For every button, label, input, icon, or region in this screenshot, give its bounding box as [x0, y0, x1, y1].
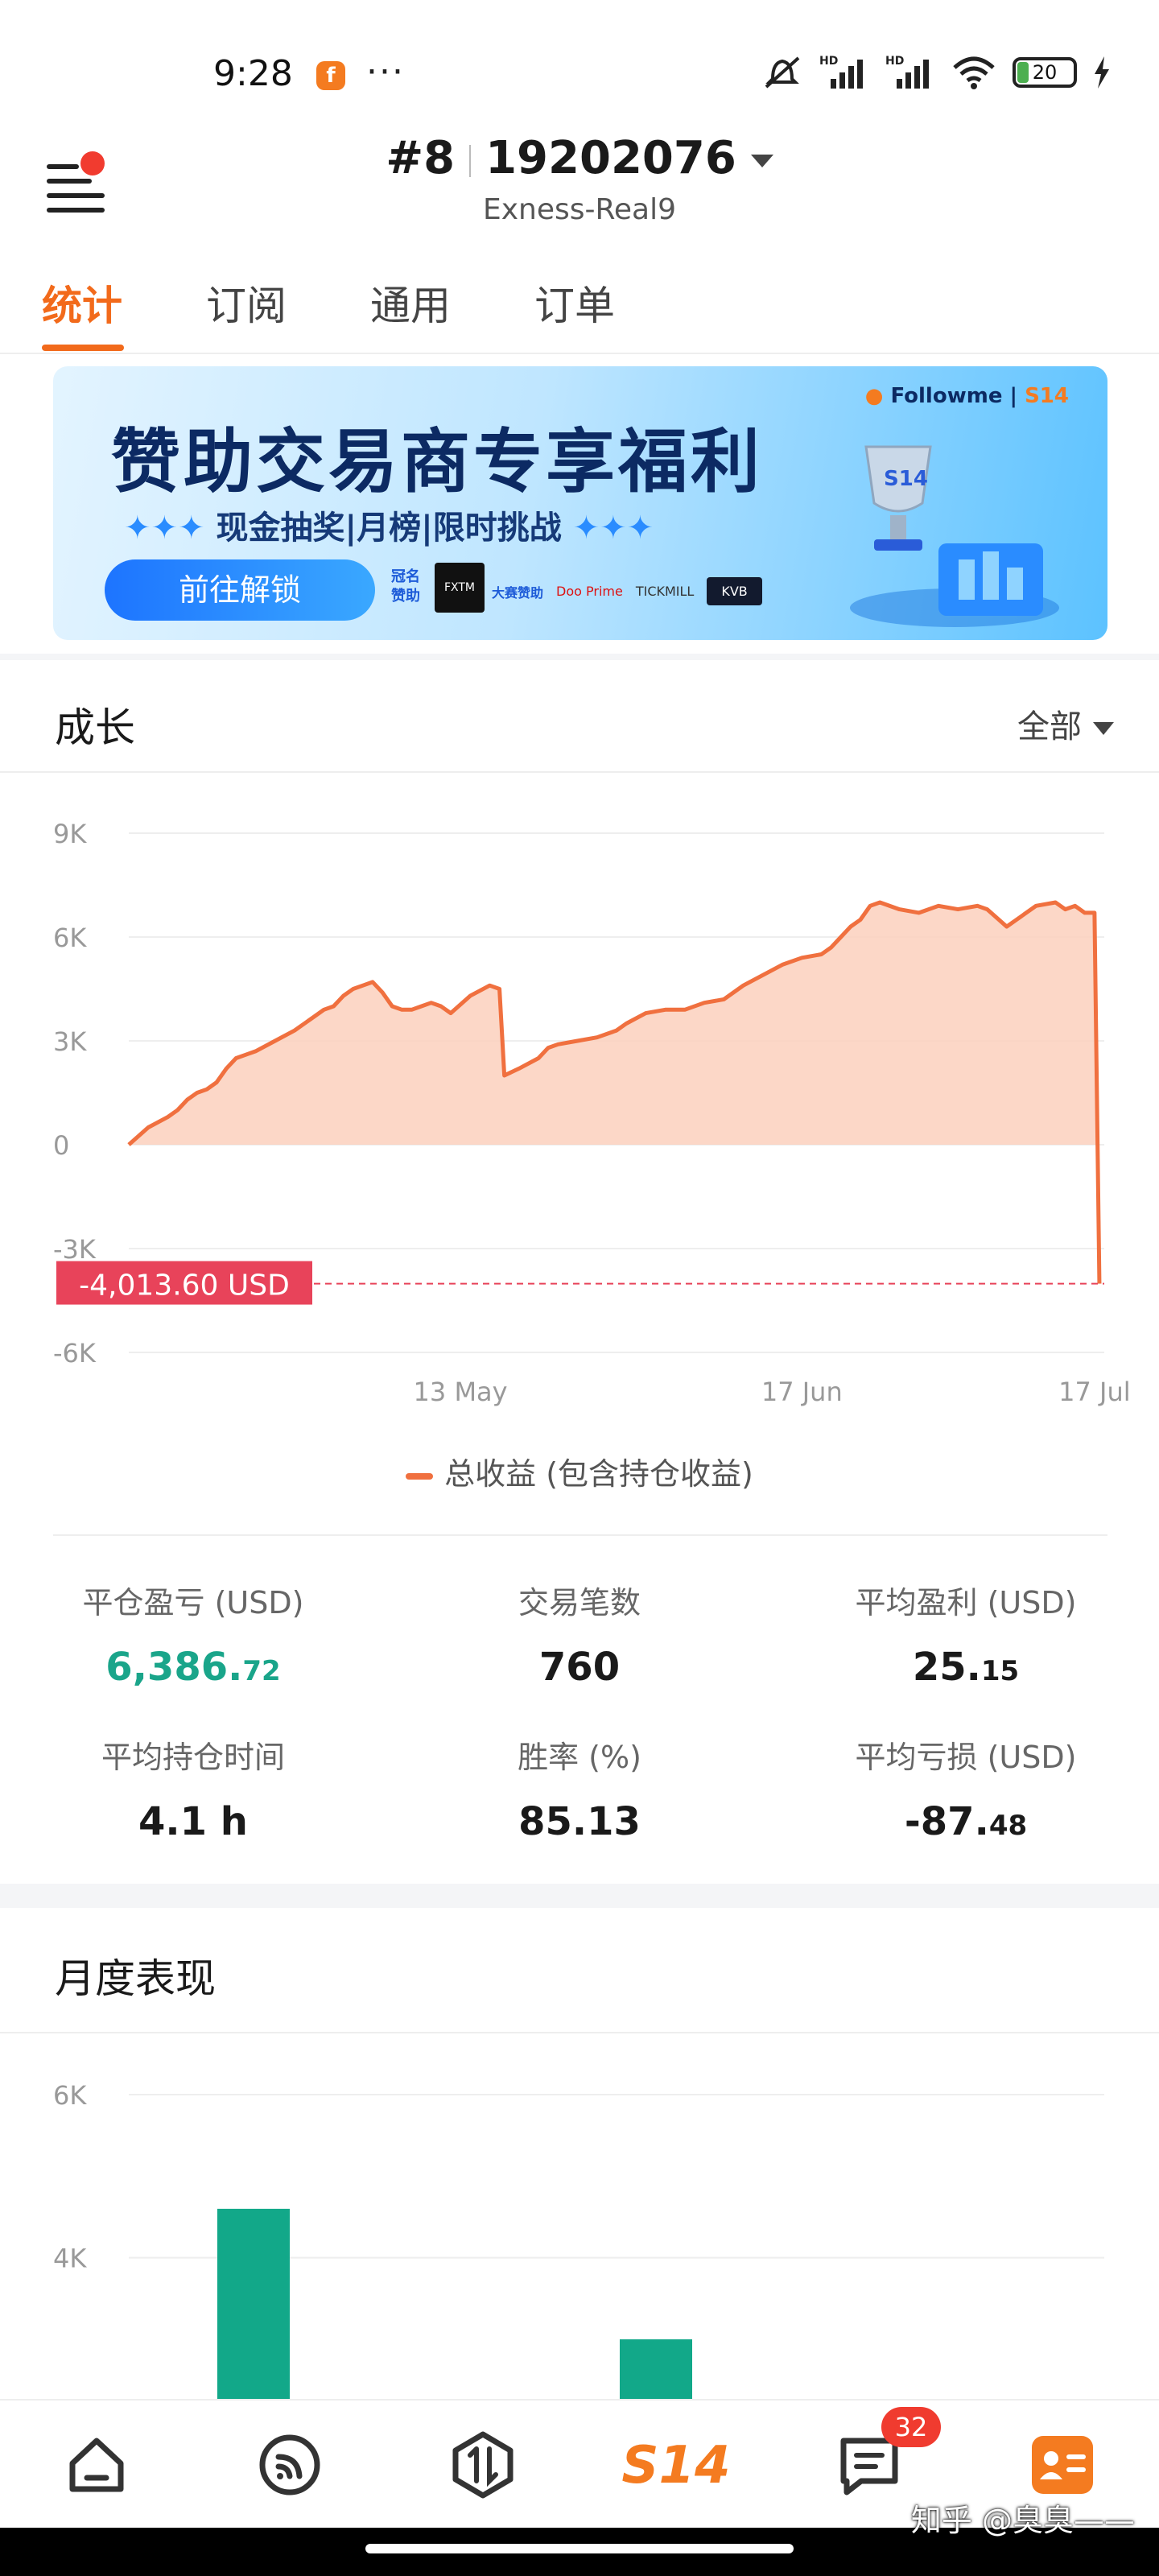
svg-text:S14: S14 [884, 467, 928, 491]
y-tick-label: 3K [53, 1026, 87, 1057]
status-bar: 9:28 f ··· HD HD 20 [0, 0, 1159, 121]
messages-badge: 32 [881, 2407, 941, 2447]
feed-icon[interactable] [250, 2425, 330, 2505]
stat-avg-loss: 平均亏损 (USD) -87.48 [773, 1732, 1159, 1844]
banner-title: 赞助交易商专享福利 [111, 422, 763, 502]
tab-bar: 统计 订阅 通用 订单 [0, 258, 1159, 354]
svg-text:S14: S14 [621, 2436, 730, 2496]
monthly-title: 月度表现 [55, 1955, 216, 2002]
growth-title: 成长 [55, 704, 135, 751]
monthly-header: 月度表现 [0, 1908, 1159, 2033]
account-selector[interactable]: #8 19202076 [0, 132, 1159, 184]
period-filter-label: 全部 [1017, 708, 1082, 745]
svg-text:HD: HD [885, 55, 904, 68]
charging-icon [1095, 56, 1109, 89]
home-icon[interactable] [56, 2425, 137, 2505]
caret-down-icon [1093, 722, 1114, 735]
y-tick-label: 9K [53, 819, 87, 849]
account-header: #8 19202076 Exness-Real9 [0, 121, 1159, 242]
monthly-bar [620, 2339, 692, 2399]
home-gesture-pill[interactable] [365, 2544, 794, 2553]
wifi-icon [953, 56, 995, 89]
current-value-label: -4,013.60 USD [79, 1269, 290, 1302]
sponsor-label: 冠名赞助 [391, 568, 420, 605]
active-tab-indicator [42, 345, 124, 351]
y-tick-label: -3K [53, 1234, 97, 1265]
caret-down-icon [750, 154, 773, 167]
stat-win-rate: 胜率 (%) 85.13 [386, 1732, 773, 1844]
stat-label: 平仓盈亏 (USD) [82, 1585, 304, 1620]
brand-tickmill: TICKMILL [635, 584, 695, 599]
followme-logo: ● Followme | S14 [864, 384, 1069, 408]
stat-value: 6,386.72 [105, 1645, 281, 1690]
sponsor2-label: 大赛赞助 [492, 584, 544, 601]
stat-label: 胜率 (%) [518, 1740, 641, 1775]
x-tick-label: 13 May [414, 1377, 508, 1407]
battery-icon: 20 [1013, 57, 1077, 88]
more-notifications-icon: ··· [366, 52, 405, 93]
status-time: 9:28 [213, 53, 293, 94]
s14-icon[interactable]: S14 [620, 2425, 732, 2505]
stat-value: 760 [538, 1645, 621, 1690]
svg-text:HD: HD [819, 55, 838, 68]
y-tick-label: 4K [53, 2244, 87, 2274]
y-tick-label: 6K [53, 2080, 87, 2111]
promo-banner[interactable]: ● Followme | S14 赞助交易商专享福利 ✦✦✦ 现金抽奖|月榜|限… [53, 366, 1107, 640]
stat-trade-count: 交易笔数 760 [386, 1578, 773, 1690]
y-tick-label: -6K [53, 1338, 97, 1368]
stat-value: 25.15 [912, 1645, 1020, 1690]
tab-subscribe[interactable]: 订阅 [206, 274, 287, 332]
unlock-button[interactable]: 前往解锁 [105, 559, 375, 621]
legend-swatch [406, 1472, 434, 1480]
followme-app-icon: f [316, 61, 345, 90]
trade-icon[interactable] [443, 2425, 523, 2505]
brand-doo-prime: Doo Prime [556, 584, 623, 599]
banner-subtitle: ✦✦✦ 现金抽奖|月榜|限时挑战 ✦✦✦ [124, 510, 654, 547]
signal-1-icon: HD [819, 55, 863, 89]
battery-level: 20 [1032, 61, 1058, 84]
account-server: Exness-Real9 [482, 193, 677, 226]
period-filter[interactable]: 全部 [1017, 700, 1114, 747]
stat-label: 平均盈利 (USD) [855, 1585, 1077, 1620]
stat-value: -87.48 [904, 1799, 1028, 1844]
growth-area [129, 902, 1099, 1145]
brand-kvb: KVB [707, 577, 762, 605]
stat-value: 4.1 h [138, 1799, 248, 1844]
tab-statistics[interactable]: 统计 [42, 274, 122, 332]
x-tick-label: 17 Jul [1058, 1377, 1131, 1407]
stat-label: 平均持仓时间 [101, 1740, 285, 1775]
signal-2-icon: HD [885, 55, 929, 89]
stat-avg-hold-time: 平均持仓时间 4.1 h [0, 1732, 386, 1844]
profile-icon[interactable] [1022, 2425, 1103, 2505]
monthly-bar [217, 2208, 290, 2399]
y-tick-label: 6K [53, 923, 87, 953]
monthly-chart: 6K4K2K [53, 2080, 1104, 2399]
stat-value: 85.13 [518, 1799, 641, 1844]
sponsor-brands: 大赛赞助 Doo Prime TICKMILL KVB [492, 577, 762, 605]
trophy-icon: S14 [850, 445, 1059, 627]
growth-legend: 总收益 (包含持仓收益) [0, 1449, 1159, 1493]
watermark: 知乎 @臭臭—— [910, 2503, 1135, 2538]
stat-label: 交易笔数 [518, 1585, 641, 1620]
account-rank: #8 [386, 132, 456, 184]
growth-chart: 9K 6K 3K 0 -3K -6K 13 May 17 Jun 17 Jul -4,013.60… [53, 819, 1131, 1407]
account-number: 19202076 [485, 132, 736, 184]
legend-label: 总收益 (包含持仓收益) [444, 1456, 753, 1492]
stat-avg-profit: 平均盈利 (USD) 25.15 [773, 1578, 1159, 1690]
y-tick-label: 0 [53, 1130, 69, 1161]
tab-general[interactable]: 通用 [370, 274, 451, 332]
mute-icon [765, 56, 800, 89]
stat-label: 平均亏损 (USD) [855, 1740, 1077, 1775]
stat-closed-pnl: 平仓盈亏 (USD) 6,386.72 [0, 1578, 386, 1690]
fxtm-logo: FXTM [435, 563, 485, 613]
tab-orders[interactable]: 订单 [534, 274, 615, 332]
x-tick-label: 17 Jun [761, 1377, 843, 1407]
growth-header: 成长 全部 [0, 660, 1159, 773]
